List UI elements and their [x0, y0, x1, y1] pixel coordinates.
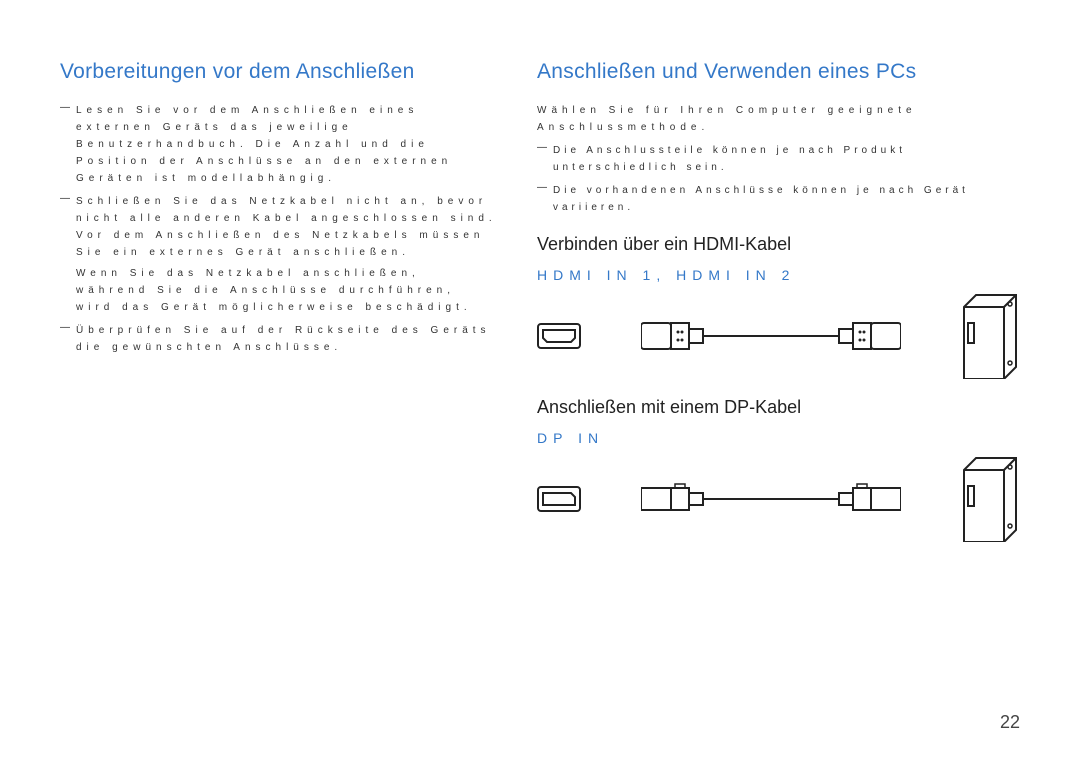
- right-column: Anschließen und Verwenden eines PCs Wähl…: [537, 60, 1020, 560]
- list-item-text: Überprüfen Sie auf der Rückseite des Ger…: [76, 322, 497, 356]
- list-item: Überprüfen Sie auf der Rückseite des Ger…: [60, 322, 497, 356]
- list-item: Schließen Sie das Netzkabel nicht an, be…: [60, 193, 497, 316]
- left-bullet-list: Lesen Sie vor dem Anschließen eines exte…: [60, 102, 497, 356]
- list-item-text: Lesen Sie vor dem Anschließen eines exte…: [76, 102, 497, 187]
- hdmi-port-label: HDMI IN 1, HDMI IN 2: [537, 267, 1020, 283]
- list-item-text: Die vorhandenen Anschlüsse können je nac…: [553, 182, 1020, 216]
- right-notes-list: Die Anschlussteile können je nach Produk…: [537, 142, 1020, 216]
- pc-tower-icon: [960, 456, 1020, 542]
- list-item: Lesen Sie vor dem Anschließen eines exte…: [60, 102, 497, 187]
- hdmi-cable-icon: [641, 313, 901, 359]
- list-item: Die vorhandenen Anschlüsse können je nac…: [537, 182, 1020, 216]
- dp-connection-diagram: [537, 456, 1020, 542]
- manual-page: Vorbereitungen vor dem Anschließen Lesen…: [60, 60, 1020, 560]
- hdmi-connection-diagram: [537, 293, 1020, 379]
- page-number: 22: [1000, 712, 1020, 733]
- list-item-subtext: Wenn Sie das Netzkabel anschließen, währ…: [76, 265, 497, 316]
- dp-port-icon: [537, 486, 581, 512]
- left-heading: Vorbereitungen vor dem Anschließen: [60, 60, 497, 84]
- dp-port-label: DP IN: [537, 430, 1020, 446]
- left-column: Vorbereitungen vor dem Anschließen Lesen…: [60, 60, 497, 560]
- hdmi-section-title: Verbinden über ein HDMI-Kabel: [537, 234, 1020, 255]
- right-heading: Anschließen und Verwenden eines PCs: [537, 60, 1020, 84]
- dp-section-title: Anschließen mit einem DP-Kabel: [537, 397, 1020, 418]
- list-item-text: Schließen Sie das Netzkabel nicht an, be…: [76, 193, 497, 261]
- dp-cable-icon: [641, 476, 901, 522]
- list-item: Die Anschlussteile können je nach Produk…: [537, 142, 1020, 176]
- hdmi-port-icon: [537, 323, 581, 349]
- intro-text: Wählen Sie für Ihren Computer geeignete …: [537, 102, 1020, 136]
- list-item-text: Die Anschlussteile können je nach Produk…: [553, 142, 1020, 176]
- pc-tower-icon: [960, 293, 1020, 379]
